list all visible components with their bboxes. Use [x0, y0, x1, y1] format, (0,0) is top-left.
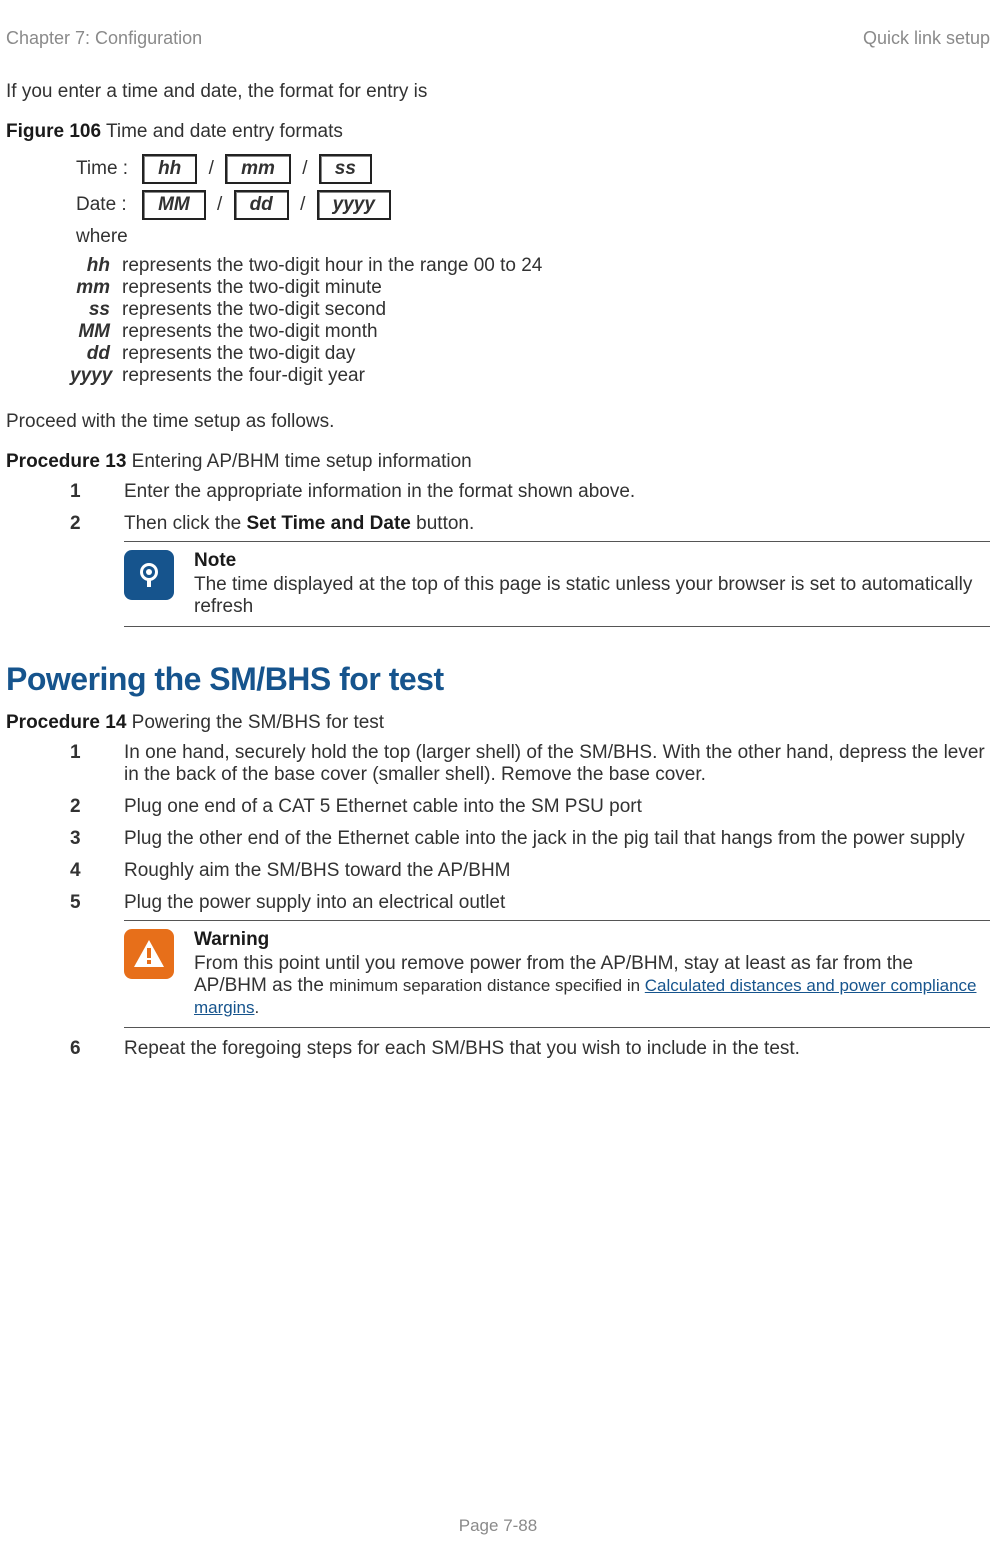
step-number: 2	[70, 796, 124, 818]
separator: /	[205, 158, 218, 180]
warning-icon	[124, 929, 174, 979]
step-body: Enter the appropriate information in the…	[124, 481, 990, 503]
time-label: Time :	[70, 151, 134, 187]
section-heading: Powering the SM/BHS for test	[6, 661, 990, 698]
step2-post: button.	[411, 513, 474, 534]
time-mm-box: mm	[225, 154, 291, 184]
page-footer: Page 7-88	[6, 1516, 990, 1536]
step2-pre: Then click the	[124, 513, 247, 534]
warning-post: .	[254, 998, 259, 1017]
step-body: In one hand, securely hold the top (larg…	[124, 742, 990, 786]
procedure14-steps: 1 In one hand, securely hold the top (la…	[70, 742, 990, 1060]
procedure13-title: Entering AP/BHM time setup information	[126, 451, 471, 472]
page-header: Chapter 7: Configuration Quick link setu…	[6, 28, 990, 49]
figure-title: Time and date entry formats	[101, 121, 343, 142]
def-val: represents the two-digit minute	[122, 277, 990, 299]
procedure13-steps: 1 Enter the appropriate information in t…	[70, 481, 990, 627]
warning-title: Warning	[194, 929, 990, 951]
where-label: where	[70, 223, 134, 251]
def-key: mm	[70, 277, 122, 299]
step-body: Roughly aim the SM/BHS toward the AP/BHM	[124, 860, 990, 882]
warning-small: minimum separation distance specified in	[329, 976, 645, 995]
def-key: ss	[70, 299, 122, 321]
separator: /	[298, 158, 311, 180]
def-val: represents the two-digit month	[122, 321, 990, 343]
figure-caption: Figure 106 Time and date entry formats	[6, 121, 990, 143]
step-number: 2	[70, 513, 124, 627]
step-number: 6	[70, 1038, 124, 1060]
intro-text: If you enter a time and date, the format…	[6, 81, 990, 103]
def-key: MM	[70, 321, 122, 343]
procedure13-label: Procedure 13	[6, 451, 126, 472]
note-callout: Note The time displayed at the top of th…	[124, 541, 990, 627]
note-body: The time displayed at the top of this pa…	[194, 574, 990, 618]
step5-text: Plug the power supply into an electrical…	[124, 892, 505, 913]
warning-body: From this point until you remove power f…	[194, 953, 990, 1019]
proceed-text: Proceed with the time setup as follows.	[6, 411, 990, 433]
date-mm-box: MM	[142, 190, 206, 220]
time-hh-box: hh	[142, 154, 197, 184]
step-body: Plug the power supply into an electrical…	[124, 892, 990, 1028]
def-val: represents the two-digit hour in the ran…	[122, 255, 990, 277]
procedure14-label: Procedure 14	[6, 712, 126, 733]
procedure14-caption: Procedure 14 Powering the SM/BHS for tes…	[6, 712, 990, 734]
format-table: Time : hh / mm / ss Date : MM / dd / yyy…	[70, 151, 399, 251]
step-number: 4	[70, 860, 124, 882]
definitions-list: hhrepresents the two-digit hour in the r…	[70, 255, 990, 387]
note-icon	[124, 550, 174, 600]
separator: /	[213, 194, 226, 216]
set-time-date-button-label: Set Time and Date	[247, 513, 411, 534]
step-number: 3	[70, 828, 124, 850]
step-body: Plug the other end of the Ethernet cable…	[124, 828, 990, 850]
note-title: Note	[194, 550, 990, 572]
step-body: Repeat the foregoing steps for each SM/B…	[124, 1038, 990, 1060]
header-right: Quick link setup	[863, 28, 990, 49]
step-number: 1	[70, 742, 124, 786]
def-key: hh	[70, 255, 122, 277]
def-key: yyyy	[70, 365, 122, 387]
def-val: represents the two-digit second	[122, 299, 990, 321]
step-body: Then click the Set Time and Date button.	[124, 513, 990, 627]
def-val: represents the two-digit day	[122, 343, 990, 365]
step-number: 5	[70, 892, 124, 1028]
def-val: represents the four-digit year	[122, 365, 990, 387]
date-label: Date :	[70, 187, 134, 223]
separator: /	[296, 194, 309, 216]
procedure13-caption: Procedure 13 Entering AP/BHM time setup …	[6, 451, 990, 473]
procedure14-title: Powering the SM/BHS for test	[126, 712, 384, 733]
time-ss-box: ss	[319, 154, 372, 184]
warning-callout: Warning From this point until you remove…	[124, 920, 990, 1028]
header-left: Chapter 7: Configuration	[6, 28, 202, 49]
step-number: 1	[70, 481, 124, 503]
date-yyyy-box: yyyy	[317, 190, 391, 220]
figure-label: Figure 106	[6, 121, 101, 142]
date-dd-box: dd	[234, 190, 289, 220]
step-body: Plug one end of a CAT 5 Ethernet cable i…	[124, 796, 990, 818]
def-key: dd	[70, 343, 122, 365]
